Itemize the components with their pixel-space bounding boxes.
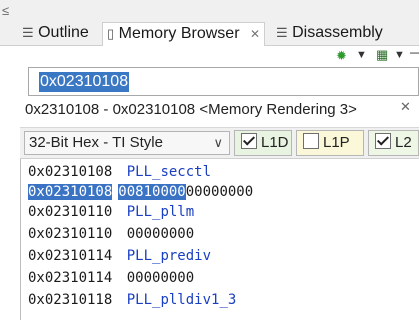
memory-value[interactable]: 00000000	[127, 226, 194, 242]
chevron-down-icon: ∨	[213, 135, 223, 150]
row-address: 0x02310114	[28, 270, 113, 286]
memory-row-selected[interactable]: 0x02310108 0081000000000000	[28, 182, 253, 202]
disassembly-icon: ☰	[276, 25, 288, 40]
close-icon[interactable]: ✕	[400, 99, 411, 115]
memory-row[interactable]: 0x02310110 00000000	[28, 224, 194, 244]
memory-value[interactable]: 00810000	[118, 184, 186, 200]
tab-disassembly[interactable]: ☰ Disassembly	[276, 22, 383, 44]
rendering-toolbar: 32-Bit Hex - TI Style ∨ L1D L1P L2	[20, 128, 419, 159]
outline-icon: ☰	[22, 25, 34, 40]
format-select-value: 32-Bit Hex - TI Style	[29, 134, 163, 151]
cache-l1d-toggle[interactable]: L1D	[234, 130, 292, 156]
row-address: 0x02310108	[28, 184, 113, 200]
tab-outline[interactable]: ☰ Outline	[22, 22, 89, 44]
chevron-down-icon[interactable]: ▼	[356, 49, 367, 61]
memory-row[interactable]: 0x02310118 PLL_plldiv1_3	[28, 290, 236, 310]
tab-memory-browser-label: Memory Browser	[118, 25, 240, 42]
address-input-value: 0x02310108	[39, 72, 130, 92]
close-icon[interactable]: ✕	[250, 27, 260, 41]
cache-l2-label: L2	[395, 134, 412, 151]
register-label: PLL_prediv	[126, 248, 212, 264]
chevron-down-icon[interactable]: ▼	[394, 49, 405, 61]
rendering-title-bar: 0x2310108 - 0x02310108 <Memory Rendering…	[20, 97, 419, 128]
memory-row[interactable]: 0x02310110 PLL_pllm	[28, 202, 194, 222]
cache-l2-toggle[interactable]: L2	[368, 130, 419, 156]
row-address: 0x02310110	[28, 204, 113, 220]
memory-row[interactable]: 0x02310114 00000000	[28, 268, 194, 288]
row-address: 0x02310108	[28, 164, 113, 180]
register-label: PLL_secctl	[126, 164, 212, 180]
gear-icon[interactable]: ✹	[336, 48, 347, 64]
minimize-icon[interactable]: ─	[410, 45, 419, 60]
cache-l1d-label: L1D	[261, 134, 289, 151]
format-select[interactable]: 32-Bit Hex - TI Style ∨	[24, 131, 230, 155]
register-label: PLL_plldiv1_3	[126, 292, 237, 308]
memory-row[interactable]: 0x02310114 PLL_prediv	[28, 246, 211, 266]
view-tab-bar: ≤ ☰ Outline ▯ Memory Browser ✕ ☰ Disasse…	[0, 0, 419, 46]
row-address: 0x02310114	[28, 248, 113, 264]
new-rendering-icon[interactable]: ▦	[376, 47, 388, 63]
memory-icon: ▯	[107, 26, 115, 41]
address-input[interactable]: 0x02310108	[28, 67, 419, 96]
memory-row[interactable]: 0x02310108 PLL_secctl	[28, 162, 211, 182]
tab-disassembly-label: Disassembly	[292, 24, 383, 41]
cache-l1p-label: L1P	[323, 134, 350, 151]
row-address: 0x02310118	[28, 292, 113, 308]
collapse-arrows-icon[interactable]: ≤	[2, 3, 9, 18]
cache-l1p-toggle[interactable]: L1P	[296, 130, 364, 156]
row-address: 0x02310110	[28, 226, 113, 242]
memory-value[interactable]: 00000000	[186, 184, 253, 200]
cache-l1p-checkbox[interactable]	[303, 133, 319, 149]
register-label: PLL_pllm	[126, 204, 195, 220]
tab-outline-label: Outline	[38, 24, 89, 41]
memory-value[interactable]: 00000000	[127, 270, 194, 286]
cache-l2-checkbox[interactable]	[375, 133, 391, 149]
rendering-title: 0x2310108 - 0x02310108 <Memory Rendering…	[25, 101, 357, 118]
cache-l1d-checkbox[interactable]	[241, 133, 257, 149]
tab-memory-browser[interactable]: ▯ Memory Browser ✕	[102, 22, 266, 46]
